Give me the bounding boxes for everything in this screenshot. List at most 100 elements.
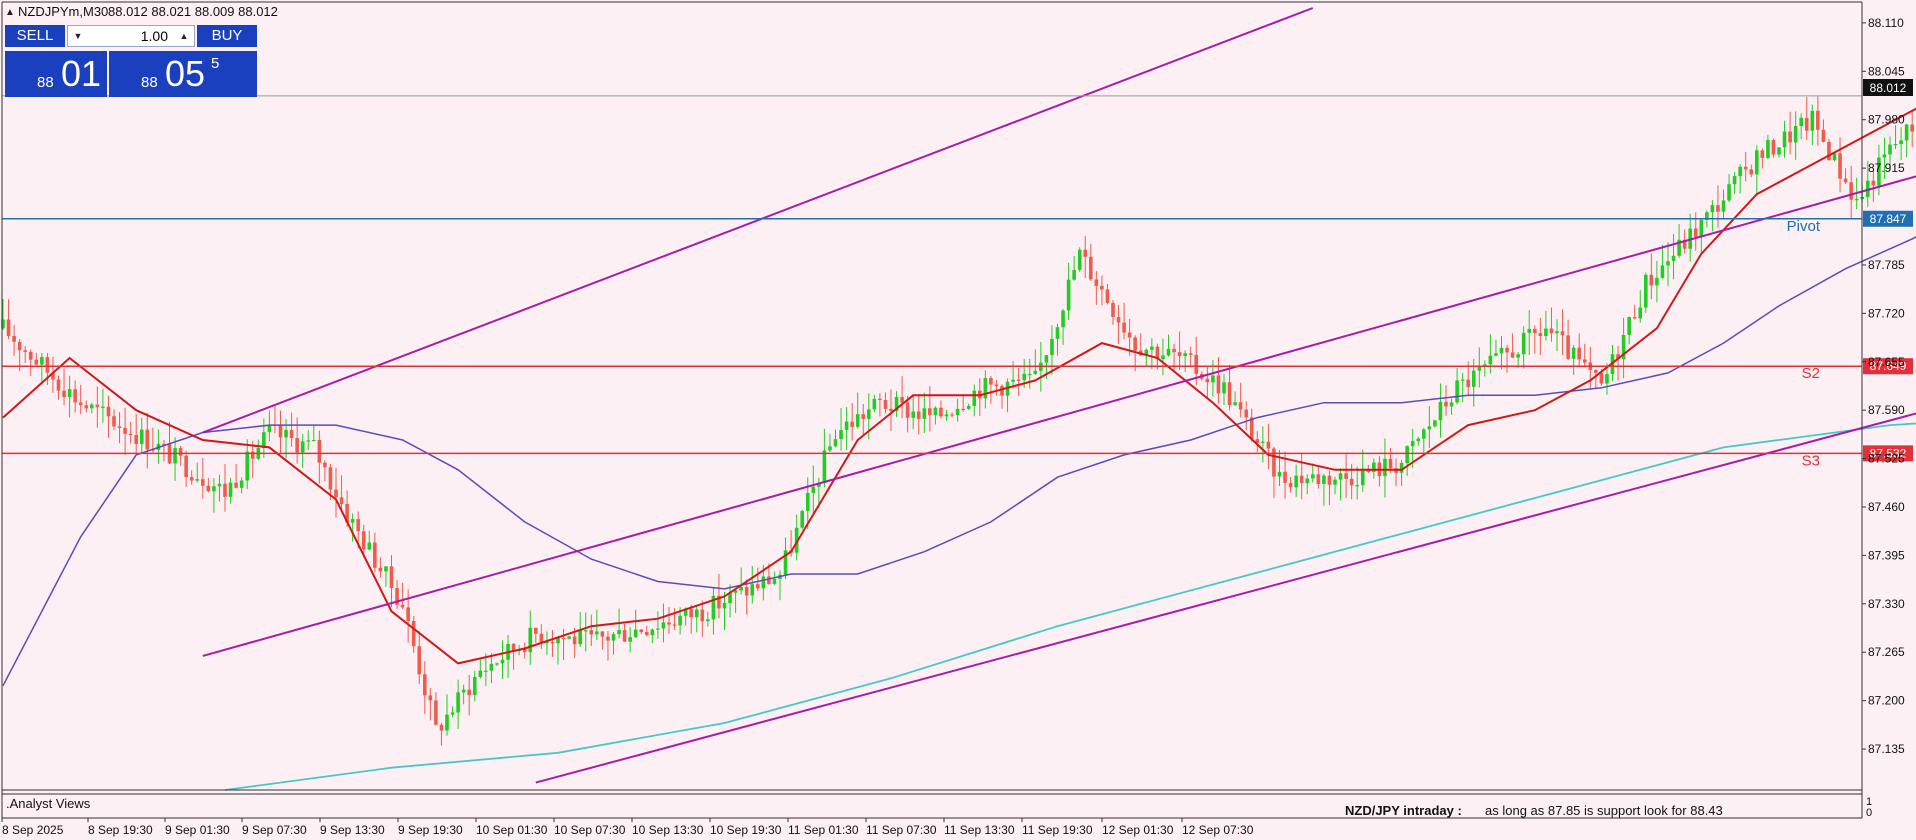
candle-body [989,378,993,385]
y-tick-label: 87.980 [1868,113,1905,127]
candle-body [178,448,183,456]
candle-body [1277,471,1282,477]
candle-body [1727,184,1731,201]
y-tick-label: 87.135 [1868,742,1905,756]
candle-body [1116,317,1121,323]
candle-body [339,497,344,505]
candle-body [40,357,44,365]
candle-body [1055,327,1060,339]
candle-body [1738,166,1742,177]
candle-body [1044,355,1049,363]
candle-body [905,402,910,418]
candle-body [1766,140,1770,158]
candle-body [1427,426,1432,430]
candle-body [1893,144,1898,146]
candle-body [1216,375,1221,394]
candle-body [1433,420,1437,427]
candle-body [1910,124,1914,132]
candle-body [1344,473,1348,479]
candle-body [1410,441,1415,447]
candle-body [134,434,138,445]
candle-body [28,351,33,360]
candle-body [1777,147,1781,155]
candle-body [983,378,988,399]
x-tick-label: 8 Sep 19:30 [88,823,153,837]
candle-body [1183,353,1187,357]
candle-body [189,477,194,481]
level-name-pivot: Pivot [1787,218,1821,235]
y-tick-label: 87.265 [1868,645,1905,659]
candle-body [1494,353,1498,356]
candle-body [1283,471,1287,483]
candle-body [1249,417,1254,440]
candle-body [478,670,483,677]
candle-body [855,414,860,427]
candle-body [650,629,655,636]
candle-body [95,404,100,408]
candle-body [1016,379,1021,381]
candle-body [228,482,233,497]
sell-price-button[interactable]: 88 01 2 [5,51,115,97]
y-tick-label: 87.655 [1868,355,1905,369]
sell-button[interactable]: SELL [5,25,65,47]
candle-body [1033,370,1038,374]
candle-body [1066,279,1071,311]
lot-decrease-icon[interactable]: ▼ [68,26,88,46]
candle-body [700,609,705,622]
candle-body [173,448,177,464]
y-tick-label: 87.460 [1868,500,1905,514]
symbol-label: NZDJPYm,M30 [18,4,108,19]
buy-button[interactable]: BUY [197,25,257,47]
candle-body [944,414,949,417]
buy-price-button[interactable]: 88 05 5 [109,51,257,97]
lot-size-input[interactable] [90,26,172,46]
candle-body [678,615,682,626]
candle-body [916,411,921,419]
y-tick-label: 87.785 [1868,258,1905,272]
candle-body [1288,482,1293,488]
candle-body [1227,382,1232,405]
candle-body [667,622,671,625]
candle-body [1111,302,1115,318]
sell-price-digits: 01 [61,53,102,94]
x-tick-label: 9 Sep 01:30 [165,823,230,837]
candle-body [1133,337,1137,351]
candle-body [472,676,477,696]
candle-body [1405,446,1409,464]
lot-increase-icon[interactable]: ▲ [174,26,194,46]
candle-body [1338,473,1343,480]
candle-body [839,430,843,440]
candle-body [1460,379,1465,381]
candle-body [1327,475,1332,485]
buy-price-sup: 5 [211,55,220,72]
candle-body [1743,166,1748,170]
candle-body [1177,352,1182,357]
candle-body [1416,438,1421,442]
x-tick-label: 12 Sep 07:30 [1182,823,1254,837]
candle-body [1799,117,1803,127]
candle-body [972,390,977,406]
candle-body [434,700,438,725]
candle-body [467,689,471,696]
candle-body [1455,380,1459,403]
y-tick-label: 87.915 [1868,161,1905,175]
candle-body [90,404,94,409]
candle-body [933,407,938,416]
candle-body [1499,347,1504,354]
y-tick-label: 88.110 [1868,16,1904,30]
candle-body [1211,375,1215,383]
candle-body [1355,485,1359,487]
candle-body [572,636,577,645]
candle-body [1771,140,1776,155]
candle-body [1438,401,1443,421]
price-chart[interactable]: Pivot 87.847S2 87.649S3 87.532 88.11088.045… [0,0,1916,840]
candle-body [128,433,133,436]
candle-body [184,455,188,478]
sell-price-big: 88 [37,74,54,91]
candle-body [195,479,200,481]
candle-body [1360,468,1365,486]
candle-body [1505,347,1509,353]
candle-body [1854,199,1859,201]
x-tick-label: 11 Sep 19:30 [1022,823,1093,837]
candle-body [922,408,927,419]
